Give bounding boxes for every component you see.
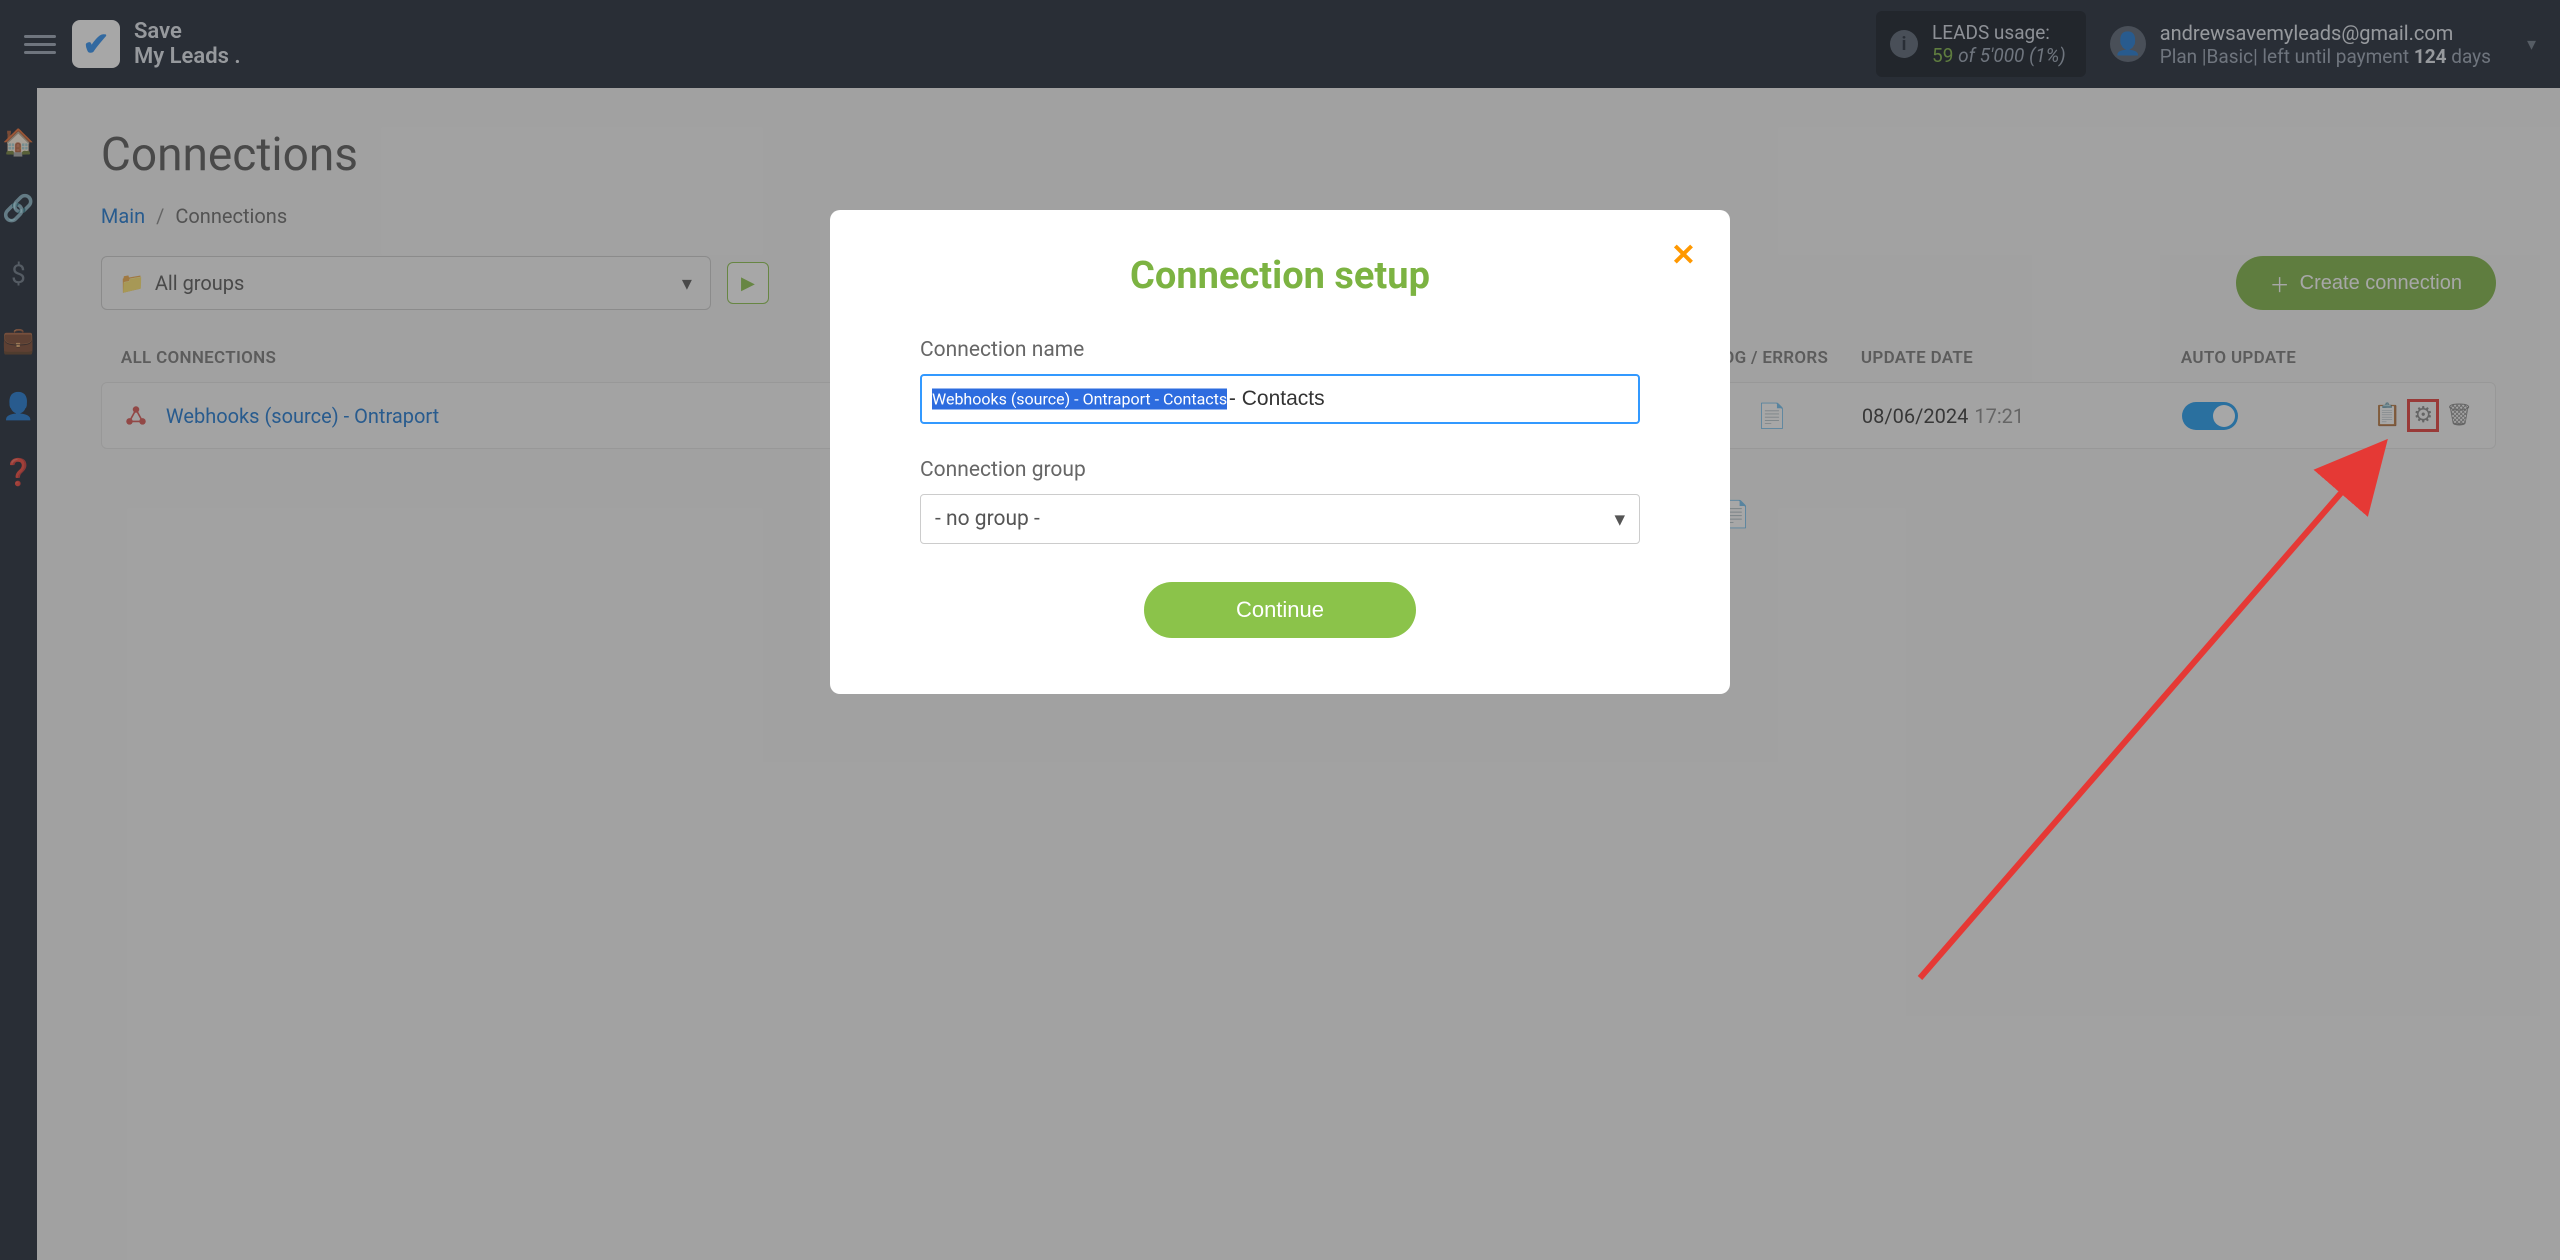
connection-group-select[interactable]: - no group - ▾ bbox=[920, 494, 1640, 544]
modal-overlay: ✕ Connection setup Connection name Webho… bbox=[0, 0, 2560, 1260]
chevron-down-icon: ▾ bbox=[1614, 507, 1625, 532]
continue-button[interactable]: Continue bbox=[1144, 582, 1416, 638]
connection-name-input[interactable] bbox=[920, 374, 1640, 424]
close-icon[interactable]: ✕ bbox=[1671, 238, 1696, 273]
modal-title: Connection setup bbox=[920, 254, 1640, 298]
group-select-value: - no group - bbox=[935, 507, 1040, 531]
connection-setup-modal: ✕ Connection setup Connection name Webho… bbox=[830, 210, 1730, 694]
connection-name-label: Connection name bbox=[920, 338, 1640, 362]
connection-group-label: Connection group bbox=[920, 458, 1640, 482]
